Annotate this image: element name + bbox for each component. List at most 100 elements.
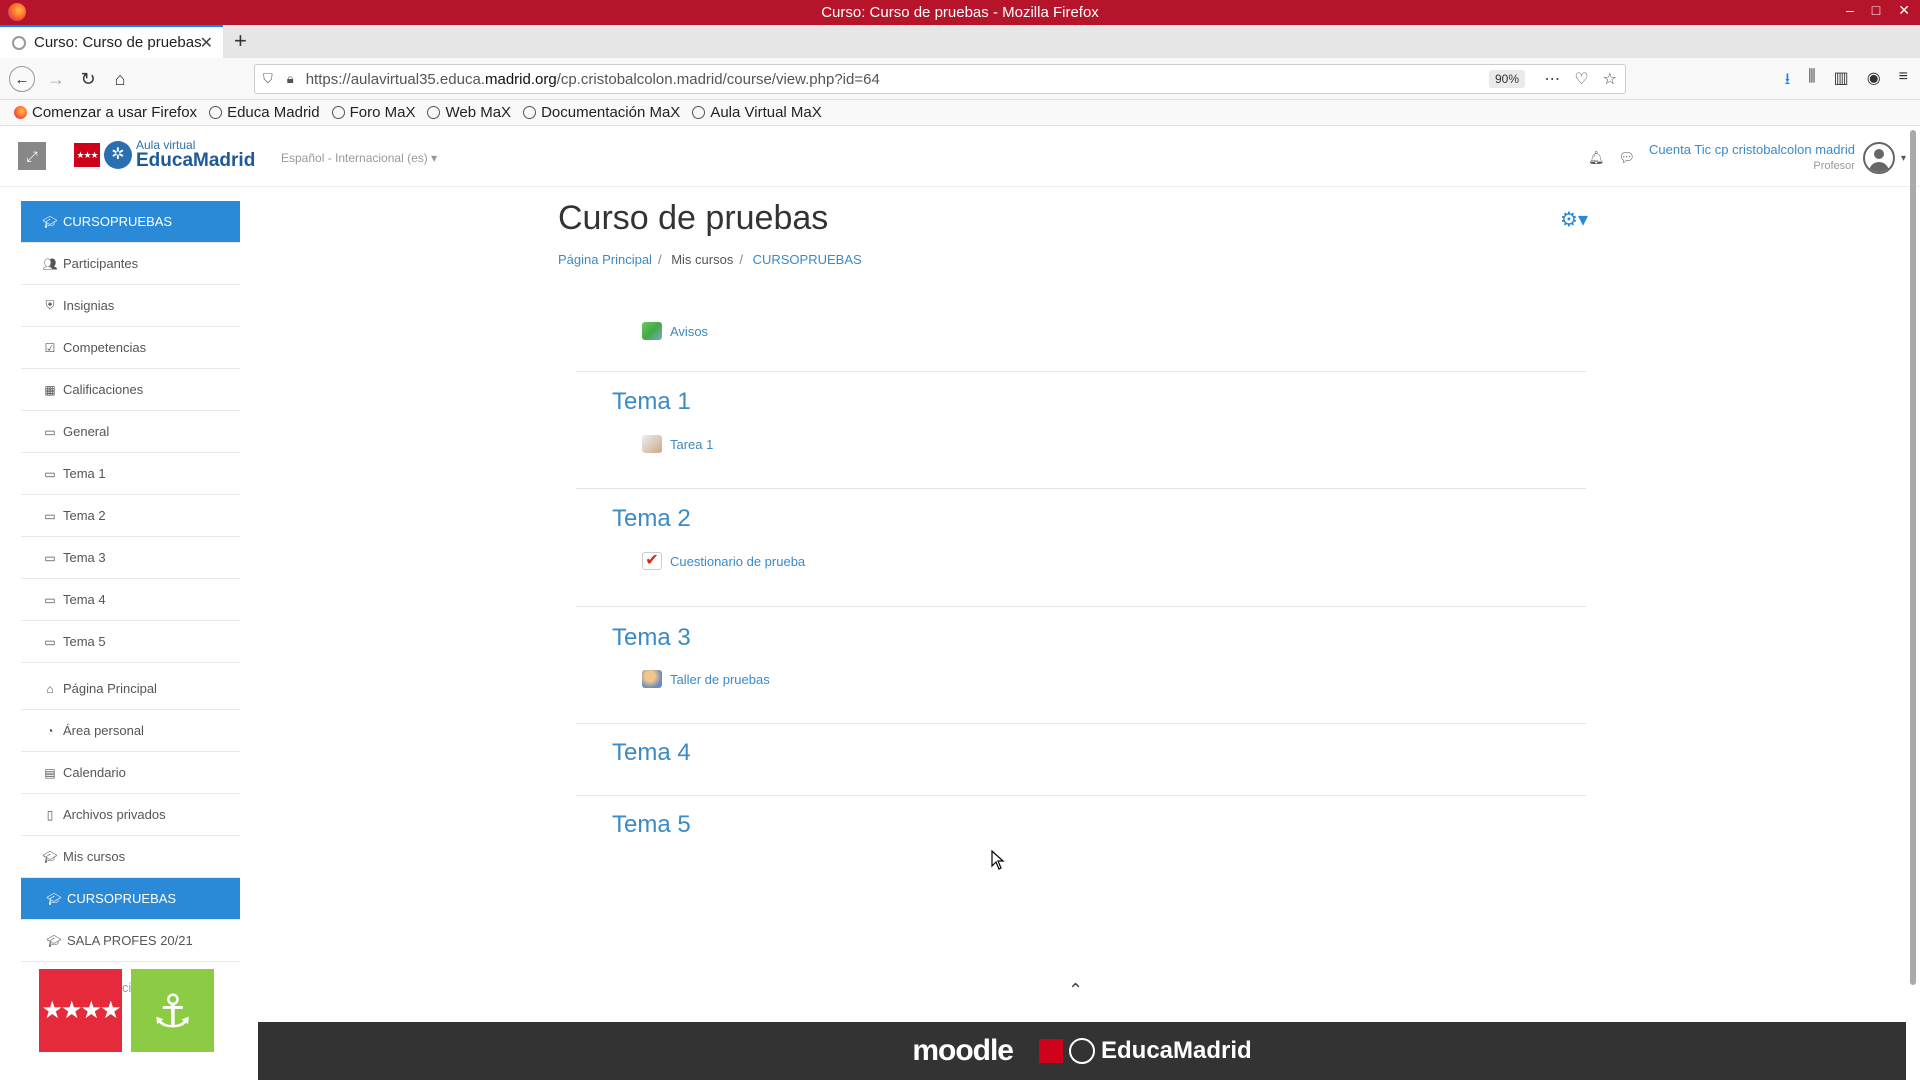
- section-title[interactable]: Tema 1: [612, 388, 691, 416]
- check-square-icon: ☑: [44, 340, 56, 355]
- breadcrumb-mis-cursos[interactable]: Mis cursos: [671, 252, 733, 267]
- sidebar-item-tema-2[interactable]: ▭ Tema 2: [21, 495, 240, 537]
- navigation-bar: ← → ↻ ⌂ ⛉ 🔒︎ https://aulavirtual35.educa…: [0, 58, 1920, 100]
- back-to-top-icon[interactable]: ⌃: [1068, 980, 1083, 1001]
- page-scrollbar[interactable]: [1910, 130, 1916, 985]
- notifications-bell-icon[interactable]: 🔔︎: [1588, 150, 1605, 166]
- toolbar-icons: ⭳ ⫼ ▥ ◉ ≡: [1785, 68, 1908, 95]
- accessibility-anchor-badge[interactable]: ⚓︎: [131, 969, 214, 1052]
- sidebar-item-competencias[interactable]: ☑ Competencias: [21, 327, 240, 369]
- sidebar-toggle-icon[interactable]: ▥: [1834, 68, 1849, 95]
- sidebar-item-calificaciones[interactable]: ▦ Calificaciones: [21, 369, 240, 411]
- course-section-tema-2: Tema 2 ✔ Cuestionario de prueba: [576, 489, 1586, 607]
- close-window-icon[interactable]: ✕: [1898, 2, 1910, 19]
- home-icon[interactable]: ⌂: [107, 66, 133, 92]
- section-title[interactable]: Tema 3: [612, 624, 691, 652]
- close-tab-icon[interactable]: ✕: [200, 33, 213, 53]
- home-icon: ⌂: [46, 681, 54, 696]
- bookmark-item[interactable]: Comenzar a usar Firefox: [14, 104, 197, 121]
- sidebar-item-sala-profes[interactable]: 🎓︎ SALA PROFES 20/21: [21, 920, 240, 962]
- bookmark-star-icon[interactable]: ☆: [1603, 69, 1617, 89]
- section-title[interactable]: Tema 4: [612, 739, 691, 767]
- bookmark-item[interactable]: Documentación MaX: [523, 104, 680, 121]
- account-icon[interactable]: ◉: [1867, 68, 1881, 95]
- sidebar-item-archivos-privados[interactable]: ▯ Archivos privados: [21, 794, 240, 836]
- course-section-tema-1: Tema 1 Tarea 1: [576, 372, 1586, 489]
- brand-title: EducaMadrid: [136, 150, 256, 171]
- new-tab-icon[interactable]: +: [234, 28, 247, 54]
- graduation-cap-icon: 🎓︎: [46, 891, 62, 906]
- bookmark-item[interactable]: Web MaX: [427, 104, 511, 121]
- lock-icon[interactable]: 🔒︎: [287, 71, 294, 87]
- library-icon[interactable]: ⫼: [1808, 68, 1815, 95]
- educamadrid-footer-logo[interactable]: EducaMadrid: [1038, 1037, 1252, 1065]
- tab-label: Curso: Curso de pruebas: [34, 34, 202, 51]
- sidebar-item-area-personal[interactable]: ◔ Área personal: [21, 710, 240, 752]
- tab-bar: Curso: Curso de pruebas ✕ +: [0, 25, 1920, 58]
- section-title[interactable]: Tema 2: [612, 505, 691, 533]
- sidebar-item-tema-3[interactable]: ▭ Tema 3: [21, 537, 240, 579]
- tracking-shield-icon[interactable]: ⛉: [263, 71, 273, 87]
- browser-tab[interactable]: Curso: Curso de pruebas ✕: [0, 25, 223, 58]
- download-icon[interactable]: ⭳: [1785, 68, 1791, 95]
- pocket-icon[interactable]: ♡: [1574, 69, 1588, 89]
- breadcrumb: Página Principal / Mis cursos / CURSOPRUEB…: [558, 252, 862, 267]
- folder-icon: ▭: [44, 634, 56, 649]
- mouse-cursor-icon: [991, 850, 1005, 870]
- course-section-tema-4: Tema 4: [576, 724, 1586, 796]
- gear-icon[interactable]: ⚙▾: [1560, 207, 1588, 232]
- activity-taller[interactable]: Taller de pruebas: [642, 670, 770, 688]
- globe-icon: [523, 106, 537, 119]
- minimize-icon[interactable]: –: [1846, 2, 1854, 19]
- more-actions-icon[interactable]: ⋯: [1544, 69, 1560, 89]
- sidebar-item-tema-4[interactable]: ▭ Tema 4: [21, 579, 240, 621]
- sidebar-item-tema-1[interactable]: ▭ Tema 1: [21, 453, 240, 495]
- bookmarks-bar: Comenzar a usar Firefox Educa Madrid For…: [0, 100, 1920, 126]
- sidebar-item-insignias[interactable]: ⛨ Insignias: [21, 285, 240, 327]
- bookmark-item[interactable]: Foro MaX: [331, 104, 415, 121]
- user-avatar-icon[interactable]: [1862, 142, 1895, 174]
- tab-favicon-icon: [12, 35, 26, 50]
- address-bar[interactable]: ⛉ 🔒︎ https://aulavirtual35.educa.madrid.…: [254, 64, 1626, 94]
- sidebar-item-cursopruebas-course[interactable]: 🎓︎ CURSOPRUEBAS: [21, 878, 240, 920]
- madrid-stars-badge[interactable]: ★★★★: [39, 969, 122, 1052]
- activity-cuestionario[interactable]: ✔ Cuestionario de prueba: [642, 552, 805, 570]
- folder-icon: ▭: [44, 424, 56, 439]
- breadcrumb-home[interactable]: Página Principal: [558, 252, 652, 267]
- activity-avisos[interactable]: Avisos: [642, 322, 708, 340]
- graduation-cap-icon: 🎓︎: [42, 849, 58, 864]
- section-title[interactable]: Tema 5: [612, 811, 691, 839]
- chevron-down-icon[interactable]: ▾: [1901, 153, 1906, 164]
- sidebar-item-calendario[interactable]: ▤ Calendario: [21, 752, 240, 794]
- madrid-flag-icon: [1038, 1039, 1063, 1063]
- sidebar-item-pagina-principal[interactable]: ⌂ Página Principal: [21, 668, 240, 710]
- moodle-logo[interactable]: moodle: [912, 1034, 1014, 1068]
- educamadrid-emblem-icon: [1068, 1038, 1095, 1064]
- back-icon[interactable]: ←: [9, 66, 35, 92]
- language-selector[interactable]: Español - Internacional (es) ▾: [281, 151, 437, 165]
- window-title: Curso: Curso de pruebas - Mozilla Firefo…: [821, 4, 1099, 21]
- site-logo[interactable]: ★★★ ✲ Aula virtual EducaMadrid: [74, 139, 255, 170]
- bookmark-item[interactable]: Aula Virtual MaX: [692, 104, 822, 121]
- globe-icon: [331, 106, 345, 119]
- sidebar-item-participantes[interactable]: 👥︎ Participantes: [21, 243, 240, 285]
- bookmark-item[interactable]: Educa Madrid: [209, 104, 320, 121]
- sidebar-item-tema-5[interactable]: ▭ Tema 5: [21, 621, 240, 663]
- activity-tarea-1[interactable]: Tarea 1: [642, 435, 713, 453]
- toggle-drawer-button[interactable]: ⤢: [18, 142, 46, 170]
- forward-icon[interactable]: →: [43, 66, 69, 92]
- sidebar-item-cursopruebas[interactable]: 🎓︎ CURSOPRUEBAS: [21, 201, 240, 243]
- breadcrumb-course[interactable]: CURSOPRUEBAS: [753, 252, 862, 267]
- zoom-badge[interactable]: 90%: [1488, 70, 1525, 88]
- hamburger-menu-icon[interactable]: ≡: [1899, 68, 1908, 95]
- reload-icon[interactable]: ↻: [75, 66, 101, 92]
- sidebar-item-mis-cursos[interactable]: 🎓︎ Mis cursos: [21, 836, 240, 878]
- messages-icon[interactable]: 💬︎: [1619, 150, 1636, 166]
- folder-icon: ▭: [44, 466, 56, 481]
- firefox-logo-icon: [8, 3, 26, 21]
- sidebar-item-general[interactable]: ▭ General: [21, 411, 240, 453]
- browser-window: Curso: Curso de pruebas - Mozilla Firefo…: [0, 0, 1920, 1080]
- users-icon: 👥︎: [42, 256, 58, 271]
- maximize-icon[interactable]: □: [1872, 2, 1880, 19]
- user-name-block[interactable]: Cuenta Tic cp cristobalcolon madrid Prof…: [1649, 141, 1855, 175]
